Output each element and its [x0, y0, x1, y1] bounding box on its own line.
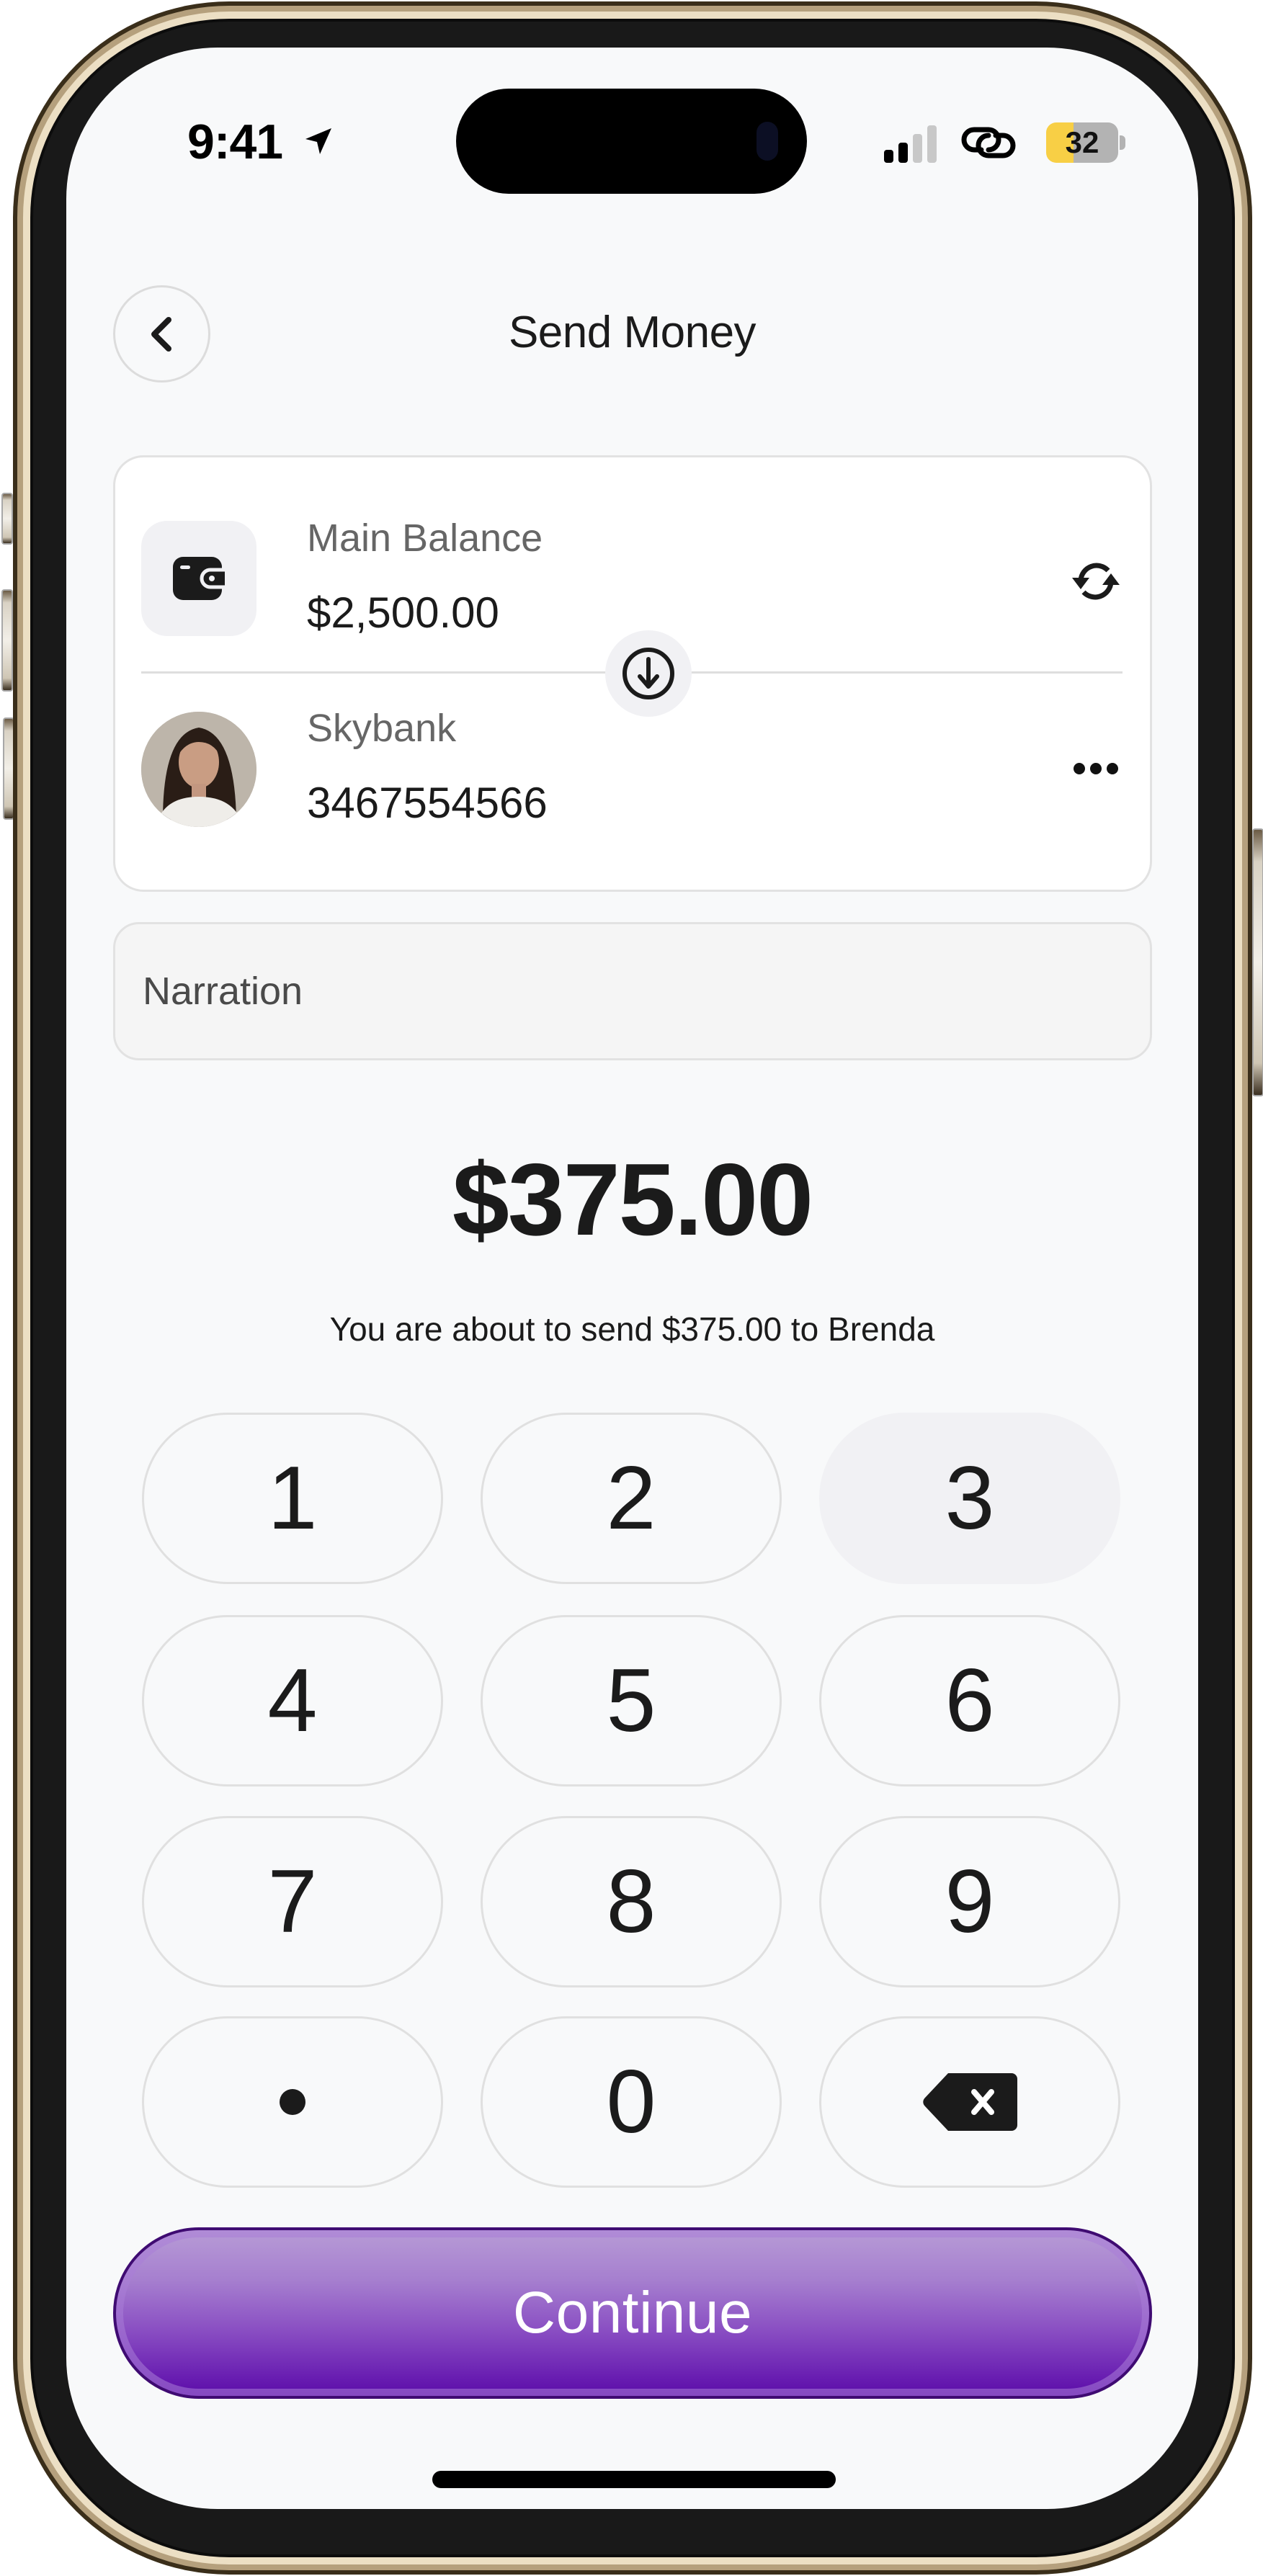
page-title: Send Money: [508, 308, 757, 357]
more-horizontal-icon[interactable]: [1071, 758, 1121, 779]
status-time: 9:41: [187, 115, 283, 169]
battery-indicator: 32: [1046, 122, 1118, 163]
camera-icon: [757, 122, 778, 161]
dynamic-island: [456, 89, 807, 194]
keypad-key-3[interactable]: 3: [819, 1413, 1120, 1584]
keypad-key-1[interactable]: 1: [142, 1413, 443, 1584]
continue-button[interactable]: Continue: [113, 2227, 1152, 2399]
keypad-key-4[interactable]: 4: [142, 1615, 443, 1786]
source-account-balance: $2,500.00: [307, 589, 499, 637]
keypad-key-0[interactable]: 0: [481, 2016, 782, 2188]
keypad-key-8[interactable]: 8: [481, 1816, 782, 1987]
volume-up-button: [1, 589, 13, 692]
refresh-icon[interactable]: [1071, 556, 1121, 607]
cellular-signal-icon: [884, 125, 937, 163]
battery-tip: [1120, 135, 1125, 150]
keypad-key-9[interactable]: 9: [819, 1816, 1120, 1987]
narration-input[interactable]: [113, 922, 1152, 1060]
recipient-bank-name: Skybank: [307, 707, 457, 750]
amount-summary: You are about to send $375.00 to Brenda: [329, 1310, 935, 1348]
avatar-portrait-icon: [141, 712, 256, 827]
wallet-icon: [173, 557, 225, 600]
phone-screen: 9:41 32 Send Money Main Balance $2,500.0…: [66, 48, 1198, 2509]
power-button: [1252, 828, 1263, 1096]
link-icon: [961, 127, 1016, 158]
amount-display: $375.00: [452, 1142, 813, 1257]
decimal-point-icon: [280, 2089, 305, 2115]
source-account-icon: [141, 521, 256, 636]
keypad-key-7[interactable]: 7: [142, 1816, 443, 1987]
location-arrow-icon: [305, 128, 331, 154]
home-indicator[interactable]: [432, 2471, 836, 2488]
keypad-key-2[interactable]: 2: [481, 1413, 782, 1584]
source-account-label: Main Balance: [307, 516, 543, 560]
recipient-account-number: 3467554566: [307, 779, 548, 827]
recipient-avatar: [141, 712, 256, 827]
keypad-key-5[interactable]: 5: [481, 1615, 782, 1786]
action-button: [1, 493, 13, 545]
arrow-down-circle-icon: [622, 648, 674, 699]
keypad-key-6[interactable]: 6: [819, 1615, 1120, 1786]
keypad-backspace[interactable]: [819, 2016, 1120, 2188]
backspace-icon: [923, 2073, 1017, 2131]
swap-direction-button[interactable]: [605, 630, 692, 717]
keypad-key-decimal[interactable]: [142, 2016, 443, 2188]
